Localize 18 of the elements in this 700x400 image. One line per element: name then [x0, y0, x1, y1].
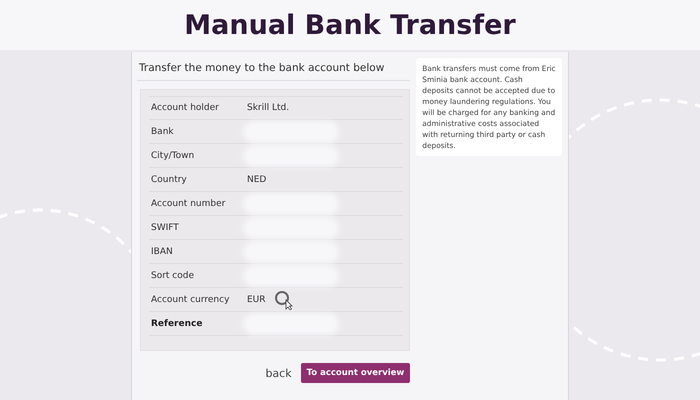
section-heading: Transfer the money to the bank account below — [137, 58, 410, 81]
field-label: Account number — [150, 198, 226, 208]
field-label: SWIFT — [150, 222, 180, 232]
field-value: EUR — [247, 294, 266, 304]
field-value: NED — [247, 174, 266, 184]
field-label: Account holder — [150, 103, 220, 113]
field-label: City/Town — [150, 150, 196, 160]
busy-cursor-icon — [274, 290, 294, 310]
field-label: Country — [150, 174, 188, 184]
field-label: Account currency — [150, 294, 230, 304]
account-overview-button[interactable]: To account overview — [300, 363, 410, 383]
field-value: Skrill Ltd. — [247, 103, 290, 113]
field-label: IBAN — [150, 246, 174, 256]
back-link[interactable]: back — [265, 366, 292, 380]
field-label: Reference — [150, 318, 204, 328]
page-title: Manual Bank Transfer — [184, 10, 516, 40]
field-label: Bank — [150, 126, 175, 136]
field-label: Sort code — [150, 270, 196, 280]
